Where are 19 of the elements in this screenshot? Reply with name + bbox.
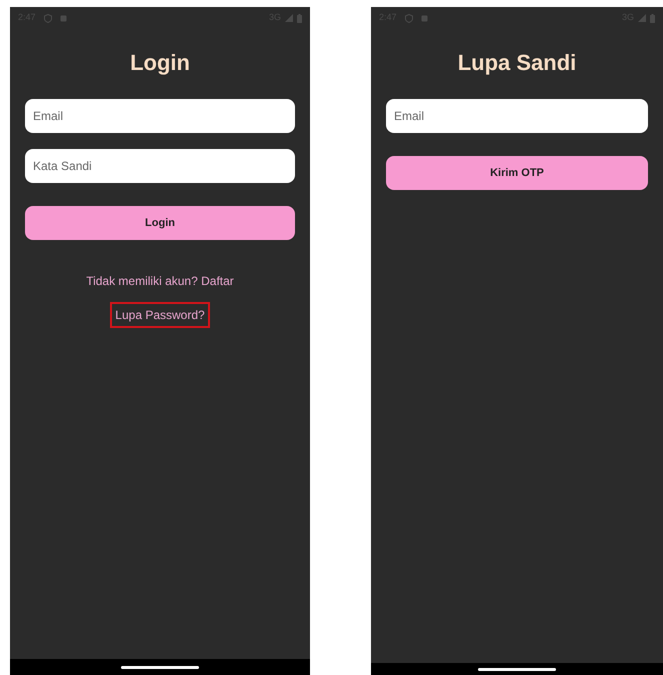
text-link[interactable]: Tidak memiliki akun? Daftar bbox=[81, 268, 239, 294]
text-field[interactable]: Kata Sandi bbox=[25, 149, 295, 183]
shield-icon bbox=[404, 14, 413, 22]
home-indicator[interactable] bbox=[478, 668, 556, 670]
battery-icon bbox=[297, 14, 302, 22]
notification-icon bbox=[420, 14, 428, 22]
battery-icon bbox=[650, 14, 655, 22]
primary-button[interactable]: Login bbox=[25, 206, 295, 240]
text-field[interactable]: Email bbox=[386, 99, 648, 133]
screen-title: Lupa Sandi bbox=[458, 49, 576, 77]
signal-icon bbox=[638, 14, 646, 22]
notification-icon bbox=[60, 14, 67, 22]
text-link[interactable]: Lupa Password? bbox=[110, 302, 210, 328]
shield-icon bbox=[44, 14, 52, 22]
screen-title: Login bbox=[130, 49, 190, 77]
text-field[interactable]: Email bbox=[25, 99, 295, 133]
signal-icon bbox=[285, 14, 293, 22]
home-indicator[interactable] bbox=[121, 666, 199, 668]
primary-button[interactable]: Kirim OTP bbox=[386, 156, 648, 190]
